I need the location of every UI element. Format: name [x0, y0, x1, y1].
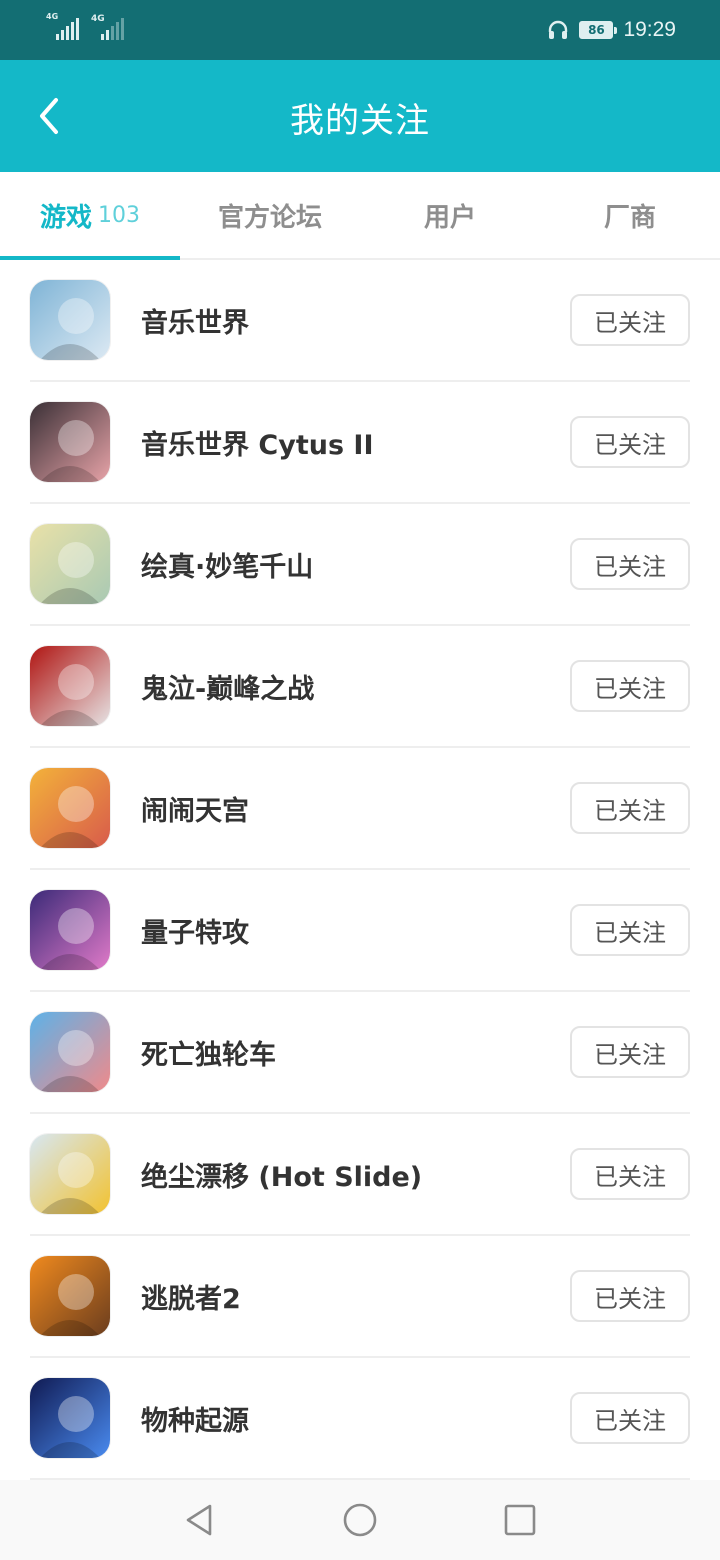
tab-vendors-label: 厂商: [603, 202, 656, 233]
game-icon[interactable]: [30, 524, 110, 604]
nav-home-icon[interactable]: [342, 1502, 378, 1538]
followed-button[interactable]: 已关注: [570, 1392, 690, 1444]
network-type-label-2: 4G: [91, 14, 105, 24]
game-icon[interactable]: [30, 768, 110, 848]
followed-games-list: 音乐世界 已关注 音乐世界 Cytus II 已关注 绘真·妙笔千山 已关注 鬼泣-巅峰之战…: [0, 260, 720, 1480]
icon-monkey-king: [30, 768, 110, 848]
followed-button[interactable]: 已关注: [570, 1270, 690, 1322]
icon-dna: [30, 1378, 110, 1458]
game-icon[interactable]: [30, 1012, 110, 1092]
game-icon[interactable]: [30, 1134, 110, 1214]
game-icon[interactable]: [30, 646, 110, 726]
nav-back-icon[interactable]: [182, 1502, 218, 1538]
game-name[interactable]: 物种起源: [141, 1399, 570, 1438]
tab-games-count: 103: [98, 202, 140, 228]
tab-official-forum-label: 官方论坛: [217, 202, 322, 233]
battery-icon: 86: [579, 21, 618, 39]
game-row[interactable]: 闹闹天宫 已关注: [30, 748, 690, 870]
followed-button[interactable]: 已关注: [570, 782, 690, 834]
icon-devil-may-cry: [30, 646, 110, 726]
followed-button[interactable]: 已关注: [570, 660, 690, 712]
battery-level: 86: [588, 23, 605, 37]
status-right: 86 19:29: [547, 16, 676, 44]
game-icon[interactable]: [30, 280, 110, 360]
nav-recents-icon[interactable]: [502, 1502, 538, 1538]
icon-quantum: [30, 890, 110, 970]
tab-users[interactable]: 用户: [360, 172, 540, 258]
game-name[interactable]: 鬼泣-巅峰之战: [141, 667, 570, 706]
app-header: 我的关注: [0, 60, 720, 172]
icon-escapists: [30, 1256, 110, 1336]
game-row[interactable]: 鬼泣-巅峰之战 已关注: [30, 626, 690, 748]
game-name[interactable]: 闹闹天宫: [141, 789, 570, 828]
tab-users-label: 用户: [423, 202, 476, 233]
page-title: 我的关注: [290, 101, 430, 141]
followed-button[interactable]: 已关注: [570, 1026, 690, 1078]
game-icon[interactable]: [30, 1378, 110, 1458]
icon-race-car: [30, 1134, 110, 1214]
game-icon[interactable]: [30, 1256, 110, 1336]
game-row[interactable]: 绘真·妙笔千山 已关注: [30, 504, 690, 626]
signal-strength-icon: 4G: [46, 12, 79, 40]
game-icon[interactable]: [30, 890, 110, 970]
game-name[interactable]: 死亡独轮车: [141, 1033, 570, 1072]
status-bar: 4G 4G 86 19:29: [0, 0, 720, 60]
clock: 19:29: [623, 18, 676, 41]
tab-vendors[interactable]: 厂商: [540, 172, 720, 258]
followed-button[interactable]: 已关注: [570, 416, 690, 468]
game-name[interactable]: 逃脱者2: [141, 1277, 570, 1316]
game-row[interactable]: 物种起源 已关注: [30, 1358, 690, 1480]
icon-cytus-ii: [30, 402, 110, 482]
game-row[interactable]: 音乐世界 Cytus II 已关注: [30, 382, 690, 504]
tab-official-forum[interactable]: 官方论坛: [180, 172, 360, 258]
game-name[interactable]: 绘真·妙笔千山: [141, 545, 570, 584]
game-name[interactable]: 量子特攻: [141, 911, 570, 950]
game-row[interactable]: 死亡独轮车 已关注: [30, 992, 690, 1114]
tab-games[interactable]: 游戏 103: [0, 172, 180, 260]
headset-icon: [547, 19, 569, 41]
game-icon[interactable]: [30, 402, 110, 482]
followed-button[interactable]: 已关注: [570, 538, 690, 590]
followed-button[interactable]: 已关注: [570, 904, 690, 956]
signal-indicators: 4G 4G: [46, 12, 124, 40]
game-row[interactable]: 逃脱者2 已关注: [30, 1236, 690, 1358]
game-row[interactable]: 量子特攻 已关注: [30, 870, 690, 992]
signal-strength-icon-2: 4G: [91, 14, 124, 40]
game-name[interactable]: 音乐世界 Cytus II: [141, 423, 570, 462]
icon-painting: [30, 524, 110, 604]
icon-music-world: [30, 280, 110, 360]
icon-unicycle: [30, 1012, 110, 1092]
game-name[interactable]: 音乐世界: [141, 301, 570, 340]
network-type-label: 4G: [46, 12, 59, 21]
game-row[interactable]: 音乐世界 已关注: [30, 260, 690, 382]
followed-button[interactable]: 已关注: [570, 294, 690, 346]
tab-bar: 游戏 103 官方论坛 用户 厂商: [0, 172, 720, 260]
game-name[interactable]: 绝尘漂移 (Hot Slide): [141, 1155, 570, 1194]
tab-games-label: 游戏: [39, 202, 92, 233]
followed-button[interactable]: 已关注: [570, 1148, 690, 1200]
navigation-bar: [0, 1480, 720, 1560]
game-row[interactable]: 绝尘漂移 (Hot Slide) 已关注: [30, 1114, 690, 1236]
